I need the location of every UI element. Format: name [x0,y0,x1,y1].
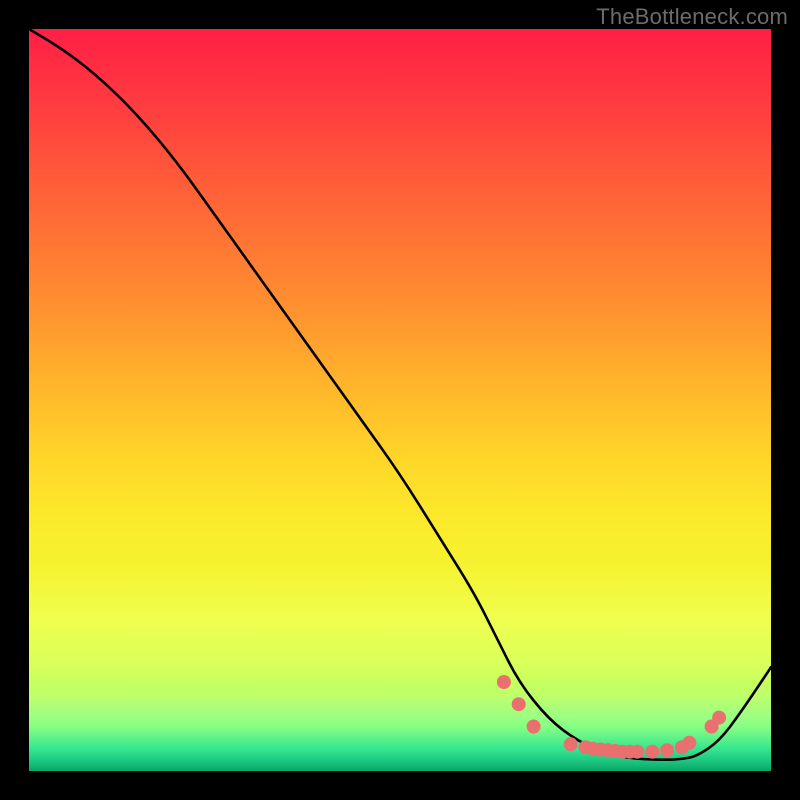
bottleneck-curve [29,29,771,760]
data-marker [682,736,696,750]
marker-group [497,675,726,759]
data-marker [512,697,526,711]
watermark-text: TheBottleneck.com [596,4,788,30]
data-marker [564,737,578,751]
data-marker [630,745,644,759]
data-marker [527,720,541,734]
curve-svg [29,29,771,771]
data-marker [497,675,511,689]
chart-frame: TheBottleneck.com [0,0,800,800]
data-marker [712,711,726,725]
data-marker [645,745,659,759]
data-marker [660,743,674,757]
gradient-plot-area [29,29,771,771]
